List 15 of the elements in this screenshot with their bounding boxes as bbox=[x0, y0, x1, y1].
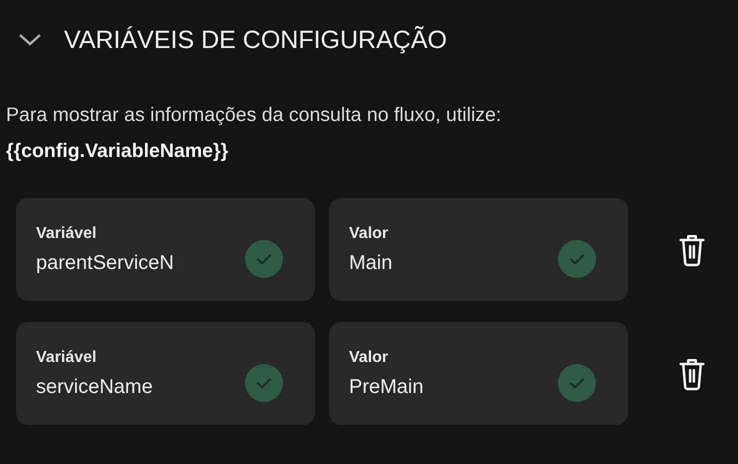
input-field[interactable]: Valor Main bbox=[329, 198, 628, 301]
input-field[interactable]: Variável parentServiceN bbox=[16, 198, 315, 301]
section-title: VARIÁVEIS DE CONFIGURAÇÃO bbox=[64, 25, 447, 56]
field-label: Variável bbox=[36, 348, 96, 368]
syntax-text: {{config.VariableName}} bbox=[6, 139, 230, 164]
input-field[interactable]: Variável serviceName bbox=[16, 322, 315, 425]
field-label: Variável bbox=[36, 224, 96, 244]
field-value: serviceName bbox=[36, 374, 153, 400]
field-label: Valor bbox=[349, 224, 388, 244]
field-value: parentServiceN bbox=[36, 250, 174, 276]
description-text: Para mostrar as informações da consulta no fluxo, utilize: bbox=[6, 103, 502, 128]
field-value: Main bbox=[349, 250, 392, 276]
field-label: Valor bbox=[349, 348, 388, 368]
field-value: PreMain bbox=[349, 374, 424, 400]
input-field[interactable]: Valor PreMain bbox=[329, 322, 628, 425]
